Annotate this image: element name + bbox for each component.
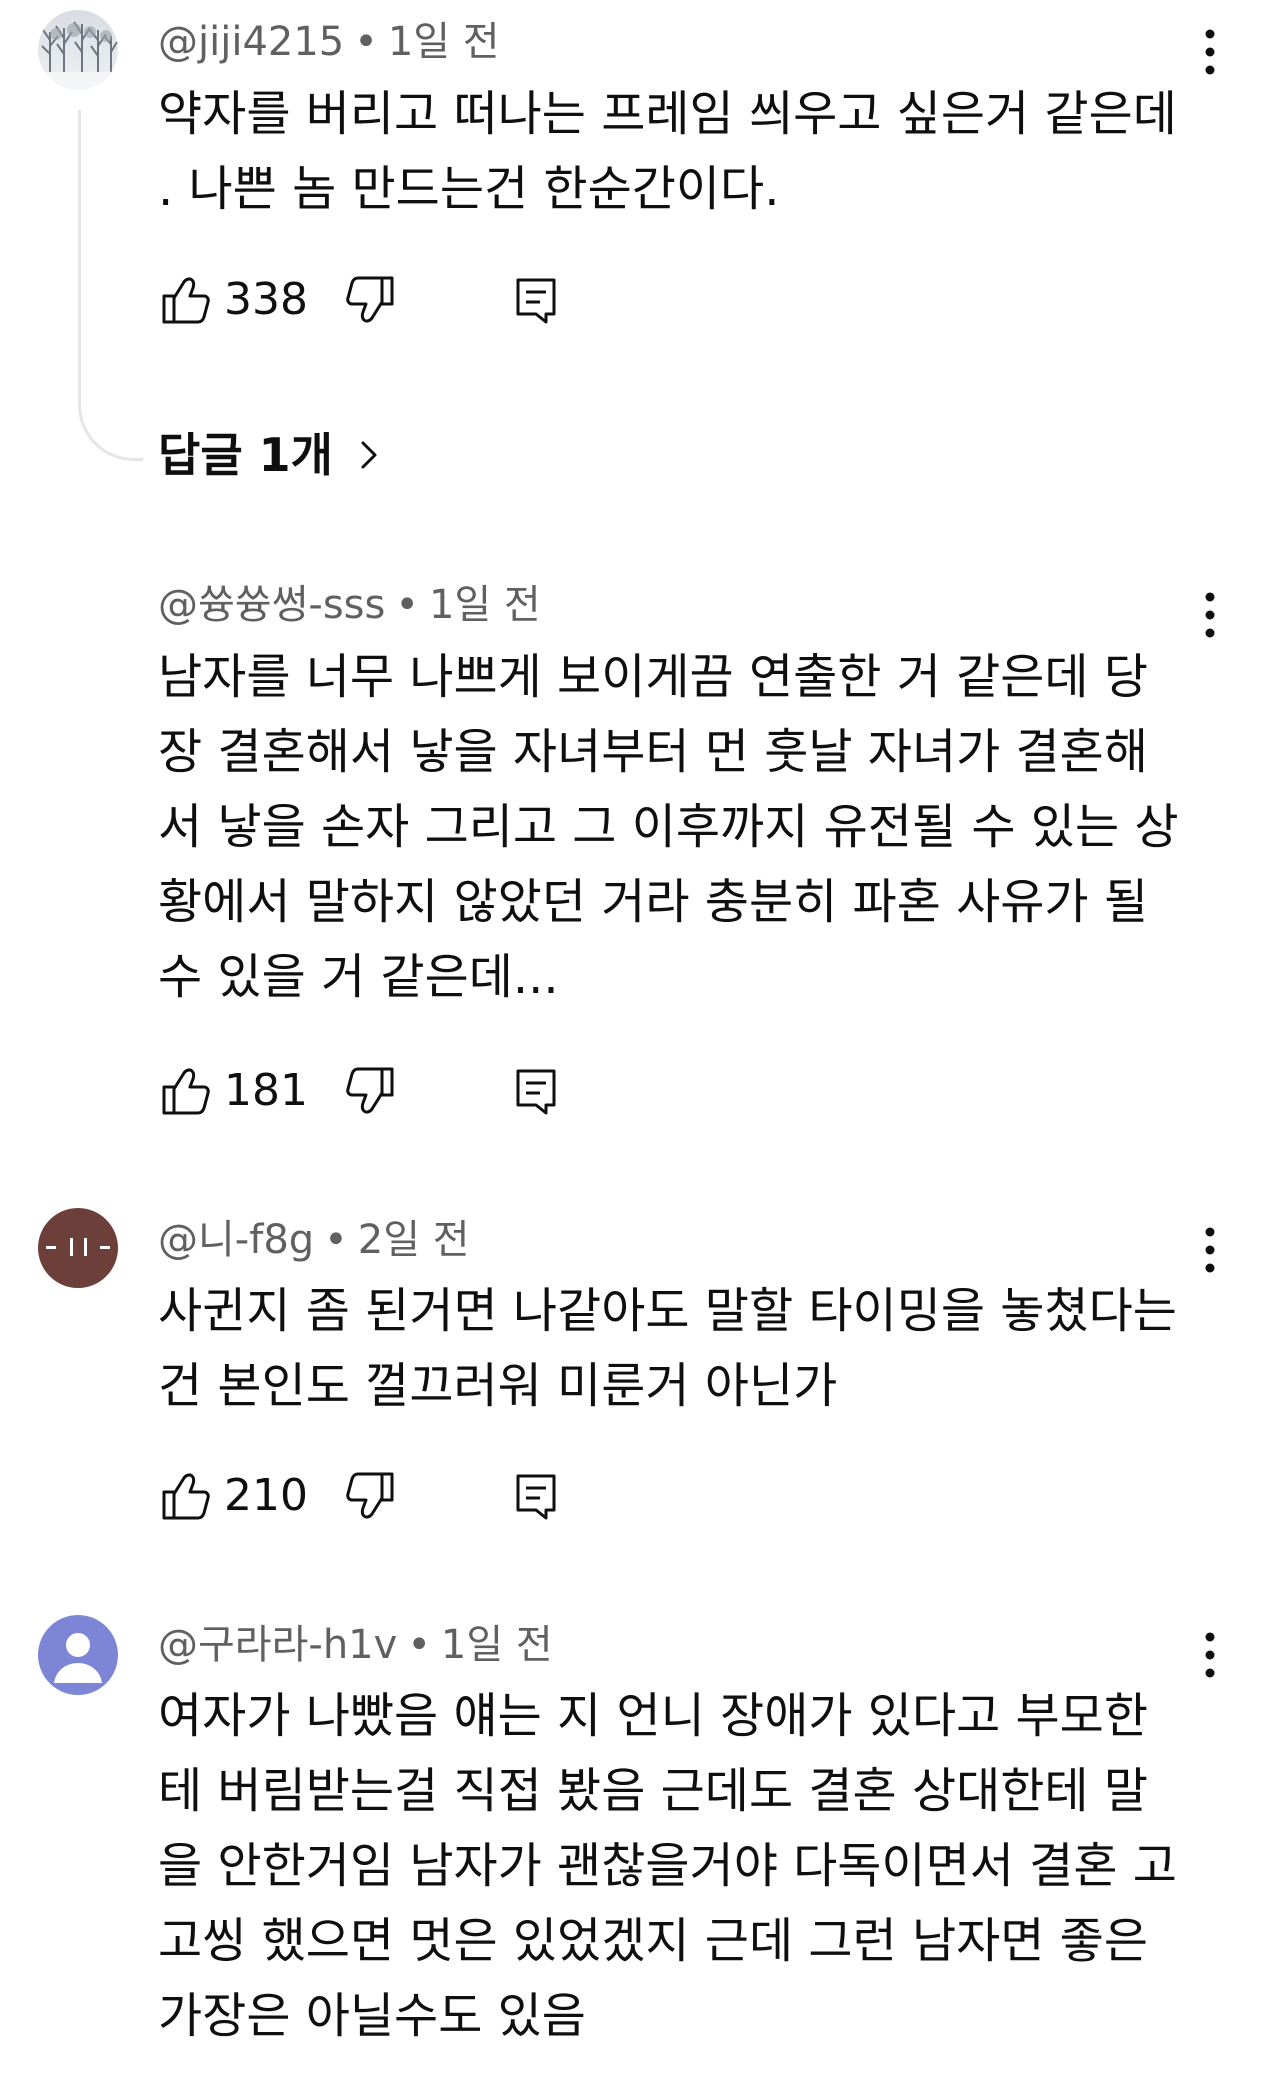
like-count: 210 — [224, 1470, 308, 1521]
comment-meta: @구라라-h1v • 1일 전 — [158, 1621, 553, 1669]
avatar[interactable] — [38, 1208, 118, 1288]
comment-text: 여자가 나빴음 얘는 지 언니 장애가 있다고 부모한 테 버림받는걸 직접 봤… — [158, 1679, 1198, 2054]
thumbs-down-icon[interactable] — [342, 1063, 398, 1119]
comment-text-line: . 나쁜 놈 만드는건 한순간이다. — [158, 161, 780, 217]
like-count: 181 — [224, 1065, 308, 1116]
brown-avatar-icon — [38, 1208, 118, 1288]
thumbs-up-icon[interactable] — [158, 1063, 214, 1119]
comment-author[interactable]: @jiji4215 — [158, 19, 344, 65]
more-vertical-icon[interactable] — [1190, 587, 1230, 643]
comment-meta: @jiji4215 • 1일 전 — [158, 18, 500, 66]
comment-text-line: 고씽 했으면 멋은 있었겠지 근데 그런 남자면 좋은 — [158, 1913, 1149, 1969]
comment-author[interactable]: @구라라-h1v — [158, 1622, 397, 1668]
comment-4: @구라라-h1v • 1일 전 여자가 나빴음 얘는 지 언니 장애가 있다고 부모… — [0, 1605, 1280, 2075]
meta-separator: • — [407, 1622, 431, 1668]
meta-separator: • — [395, 582, 419, 628]
more-vertical-icon[interactable] — [1190, 1627, 1230, 1683]
comment-text-line: 사귄지 좀 된거면 나같아도 말할 타이밍을 놓쳤다는 — [158, 1283, 1177, 1339]
comment-time[interactable]: 2일 전 — [358, 1217, 470, 1263]
comment-3: @니-f8g • 2일 전 사귄지 좀 된거면 나같아도 말할 타이밍을 놓쳤다는 … — [0, 1200, 1280, 1600]
comment-time[interactable]: 1일 전 — [388, 19, 500, 65]
comment-text: 남자를 너무 나쁘게 보이게끔 연출한 거 같은데 당 장 결혼해서 낳을 자녀… — [158, 640, 1198, 1015]
replies-toggle-button[interactable]: 답글 1개 — [158, 425, 385, 485]
comment-text-line: 가장은 아닐수도 있음 — [158, 1988, 586, 2044]
comment-text-line: 건 본인도 껄끄러워 미룬거 아닌가 — [158, 1358, 838, 1414]
thread-line — [78, 110, 143, 461]
avatar[interactable] — [38, 10, 118, 90]
comment-text-line: 남자를 너무 나쁘게 보이게끔 연출한 거 같은데 당 — [158, 649, 1149, 705]
comment-text-line: 서 낳을 손자 그리고 그 이후까지 유전될 수 있는 상 — [158, 799, 1179, 855]
comment-text-line: 장 결혼해서 낳을 자녀부터 먼 훗날 자녀가 결혼해 — [158, 724, 1149, 780]
reply-comment-icon[interactable] — [508, 1468, 564, 1524]
reply-comment-icon[interactable] — [508, 272, 564, 328]
default-person-avatar-icon — [38, 1615, 118, 1695]
comment-time[interactable]: 1일 전 — [441, 1622, 553, 1668]
comment-text-line: 약자를 버리고 떠나는 프레임 씌우고 싶은거 같은데 — [158, 86, 1177, 142]
meta-separator: • — [354, 19, 378, 65]
thumbs-up-icon[interactable] — [158, 1468, 214, 1524]
chevron-right-icon — [361, 441, 377, 469]
comment-text-line: 수 있을 거 같은데... — [158, 949, 559, 1005]
more-vertical-icon[interactable] — [1190, 1222, 1230, 1278]
like-count: 338 — [224, 274, 308, 325]
thumbs-up-icon[interactable] — [158, 272, 214, 328]
comment-1: @jiji4215 • 1일 전 약자를 버리고 떠나는 프레임 씌우고 싶은거 같… — [0, 0, 1280, 500]
comment-text-line: 테 버림받는걸 직접 봤음 근데도 결혼 상대한테 말 — [158, 1763, 1149, 1819]
comment-author[interactable]: @니-f8g — [158, 1217, 314, 1263]
comment-text: 약자를 버리고 떠나는 프레임 씌우고 싶은거 같은데 . 나쁜 놈 만드는건 … — [158, 77, 1198, 227]
meta-separator: • — [324, 1217, 348, 1263]
comment-meta: @쓩쓩썽-sss • 1일 전 — [158, 581, 541, 629]
comment-author[interactable]: @쓩쓩썽-sss — [158, 582, 385, 628]
comment-text-line: 여자가 나빴음 얘는 지 언니 장애가 있다고 부모한 — [158, 1688, 1149, 1744]
avatar[interactable] — [38, 1615, 118, 1695]
comment-text: 사귄지 좀 된거면 나같아도 말할 타이밍을 놓쳤다는 건 본인도 껄끄러워 미… — [158, 1274, 1198, 1424]
comment-text-line: 을 안한거임 남자가 괜찮을거야 다독이면서 결혼 고 — [158, 1838, 1177, 1894]
comment-time[interactable]: 1일 전 — [429, 582, 541, 628]
comment-meta: @니-f8g • 2일 전 — [158, 1216, 470, 1264]
reply-comment-icon[interactable] — [508, 1063, 564, 1119]
comment-text-line: 황에서 말하지 않았던 거라 충분히 파혼 사유가 될 — [158, 874, 1149, 930]
snowy-forest-avatar-icon — [38, 10, 118, 90]
thumbs-down-icon[interactable] — [342, 272, 398, 328]
thumbs-down-icon[interactable] — [342, 1468, 398, 1524]
replies-count-label: 답글 1개 — [158, 428, 333, 482]
comment-2: @쓩쓩썽-sss • 1일 전 남자를 너무 나쁘게 보이게끔 연출한 거 같은데 … — [0, 565, 1280, 1165]
more-vertical-icon[interactable] — [1190, 24, 1230, 80]
